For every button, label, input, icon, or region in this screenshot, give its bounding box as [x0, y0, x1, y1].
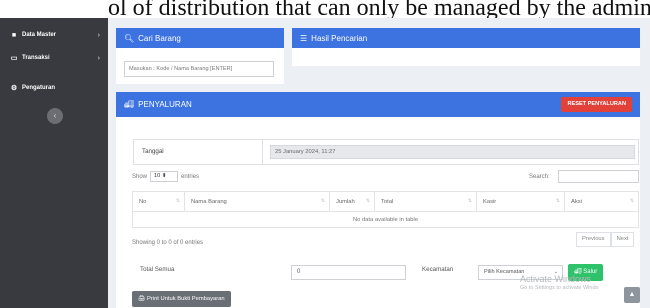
table-info: Showing 0 to 0 of 0 entries	[132, 240, 204, 246]
sidebar-item-label: Data Master	[22, 32, 57, 38]
sort-icon: ⇅	[175, 198, 180, 204]
barang-search-input[interactable]: Masukan : Kode / Nama Barang [ENTER]	[124, 61, 274, 77]
total-semua-field: 0	[291, 265, 406, 280]
total-semua-label: Total Semua	[140, 266, 175, 273]
sidebar-item-label: Transaksi	[22, 55, 50, 61]
column-header-nama-barang[interactable]: Nama Barang ⇅	[184, 191, 330, 212]
sort-icon: ⇅	[467, 198, 472, 204]
sort-icon: ⇅	[320, 198, 325, 204]
document-caption: ol of distribution that can only be mana…	[0, 0, 650, 18]
truck-icon: 🚚︎	[124, 100, 135, 109]
show-label: Show	[132, 173, 148, 180]
list-icon: ☰	[300, 33, 308, 43]
hasil-pencarian-panel: ☰ Hasil Pencarian	[292, 28, 640, 66]
sidebar-item-pengaturan[interactable]: ⚙ Pengaturan	[10, 81, 100, 95]
table-search-input[interactable]	[558, 170, 639, 183]
table-header-row: No ⇅ Nama Barang ⇅ Jumlah ⇅ Total ⇅ Kasir ⇅ A…	[132, 191, 639, 212]
chevron-up-icon: ▲	[628, 291, 636, 298]
empty-table-message: No data available in table	[132, 211, 639, 228]
cari-barang-title: Cari Barang	[138, 33, 181, 43]
activate-windows-watermark: Activate Windows Go to Settings to activ…	[520, 274, 599, 291]
reset-penyaluran-button[interactable]: RESET PENYALURAN	[561, 97, 632, 112]
sidebar-item-data-master[interactable]: ■ Data Master ›	[10, 28, 100, 42]
entries-label: entries	[181, 173, 200, 180]
column-header-jumlah[interactable]: Jumlah ⇅	[329, 191, 375, 212]
tanggal-label: Tanggal	[142, 148, 164, 155]
hasil-pencarian-header: ☰ Hasil Pencarian	[292, 28, 640, 48]
monitor-icon: ▭	[10, 55, 18, 62]
search-icon: 🔍︎	[124, 33, 135, 43]
cari-barang-header: 🔍︎ Cari Barang	[116, 28, 284, 48]
gears-icon: ⚙	[10, 85, 18, 92]
tanggal-field: 25 January 2024, 11:27	[270, 145, 635, 159]
scroll-to-top-button[interactable]: ▲	[624, 287, 640, 303]
entries-value: 10	[154, 173, 161, 179]
watermark-line-2: Go to Settings to activate Windo	[520, 284, 599, 291]
penyaluran-title: PENYALURAN	[138, 100, 192, 109]
print-label: Print Untuk Bukti Pembayaran	[146, 296, 225, 302]
column-header-aksi[interactable]: Aksi ⇅	[564, 191, 639, 212]
print-bukti-button[interactable]: 🖨︎ Print Untuk Bukti Pembayaran	[132, 291, 231, 307]
pagination: Previous Next	[576, 232, 635, 247]
column-header-kasir[interactable]: Kasir ⇅	[476, 191, 565, 212]
database-icon: ■	[11, 31, 17, 39]
sidebar-item-transaksi[interactable]: ▭ Transaksi ›	[10, 51, 100, 65]
column-header-total[interactable]: Total ⇅	[374, 191, 477, 212]
table-search-label: Search:	[529, 174, 550, 180]
penyaluran-table: No ⇅ Nama Barang ⇅ Jumlah ⇅ Total ⇅ Kasir ⇅ A…	[132, 191, 639, 228]
chevron-right-icon: ›	[97, 54, 100, 62]
sort-icon: ⇅	[365, 198, 370, 204]
chevron-down-icon: ⬍	[161, 173, 167, 179]
previous-button[interactable]: Previous	[576, 232, 611, 247]
tanggal-row: Tanggal 25 January 2024, 11:27	[133, 139, 639, 165]
kecamatan-label: Kecamatan	[422, 266, 454, 273]
column-header-no[interactable]: No ⇅	[132, 191, 185, 212]
sidebar-item-label: Pengaturan	[22, 85, 56, 91]
divider	[262, 140, 263, 164]
table-row: No data available in table	[132, 211, 639, 228]
watermark-line-1: Activate Windows	[520, 274, 592, 284]
main-content: 🔍︎ Cari Barang Masukan : Kode / Nama Bar…	[108, 18, 650, 308]
entries-select[interactable]: 10 ⬍	[150, 171, 179, 182]
hasil-pencarian-title: Hasil Pencarian	[311, 33, 368, 43]
chevron-right-icon: ›	[97, 31, 100, 39]
sidebar-collapse-button[interactable]: ‹	[47, 108, 63, 124]
kecamatan-selected: Pilih Kecamatan	[484, 269, 525, 275]
cari-barang-panel: 🔍︎ Cari Barang Masukan : Kode / Nama Bar…	[116, 28, 284, 84]
next-button[interactable]: Next	[610, 232, 635, 247]
sort-icon: ⇅	[555, 198, 560, 204]
entries-length-control: Show 10 ⬍ entries	[132, 171, 199, 182]
sidebar: ■ Data Master › ▭ Transaksi › ⚙ Pengatur…	[0, 18, 108, 308]
sort-icon: ⇅	[629, 198, 634, 204]
print-icon: 🖨︎	[138, 296, 146, 302]
